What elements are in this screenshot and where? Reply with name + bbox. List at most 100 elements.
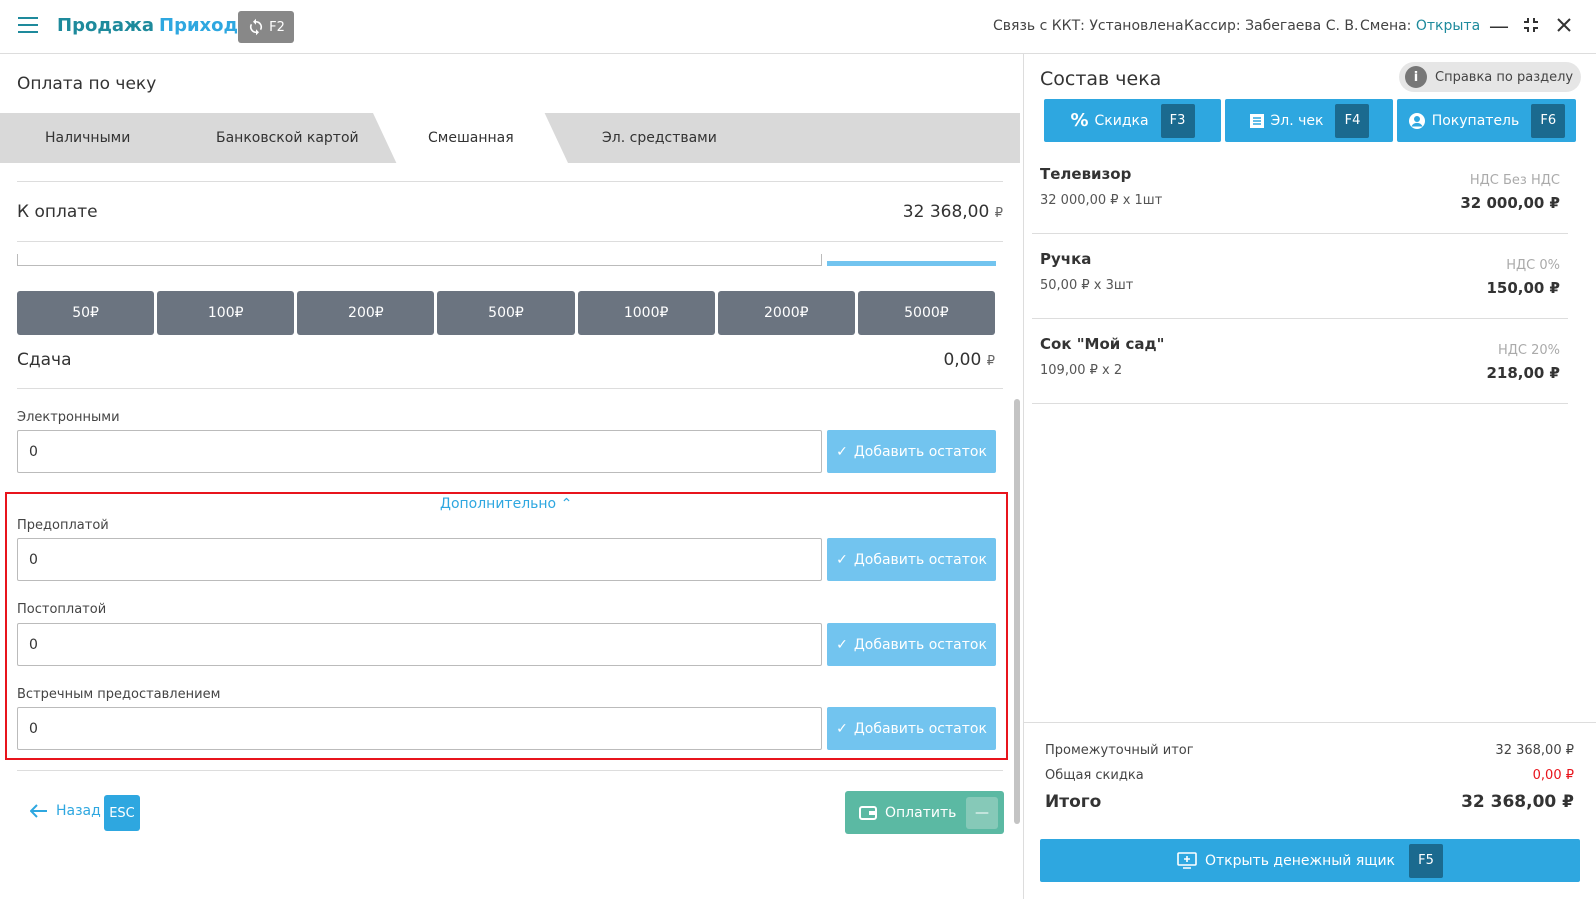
scrollbar[interactable] [1014, 399, 1020, 824]
divider [17, 181, 1003, 182]
add-rest-label: Добавить остаток [853, 443, 987, 460]
discount-total-value: 0,00 ₽ [1532, 768, 1574, 783]
denom-200-button[interactable]: 200₽ [297, 291, 435, 335]
receipt-icon [1249, 113, 1264, 128]
prepay-input[interactable]: 0 [17, 538, 822, 581]
page-title: Оплата по чеку [17, 74, 157, 94]
item-vat: НДС 0% [1506, 258, 1560, 273]
cash-input-partial[interactable] [17, 254, 822, 266]
item-vat: НДС Без НДС [1469, 173, 1560, 188]
minimize-icon[interactable]: — [1489, 14, 1509, 38]
buyer-button[interactable]: Покупатель F6 [1397, 99, 1576, 142]
sync-button[interactable]: F2 [238, 11, 294, 43]
item-name: Телевизор [1040, 165, 1132, 183]
shift-status: Смена: Открыта [1360, 18, 1480, 34]
back-button[interactable]: Назад [30, 803, 101, 819]
kkt-status-value: Установлена [1089, 18, 1184, 34]
add-rest-label: Добавить остаток [853, 636, 987, 653]
subtotal-value: 32 368,00 ₽ [1495, 743, 1574, 758]
check-icon: ✓ [836, 551, 848, 568]
change-value: 0,00 ₽ [943, 350, 995, 370]
pay-key-badge: — [966, 797, 998, 829]
denom-5000-button[interactable]: 5000₽ [857, 291, 995, 335]
cash-add-rest-partial[interactable] [827, 261, 996, 266]
shift-value: Открыта [1415, 18, 1481, 34]
item-qty: 50,00 ₽ x 3шт [1040, 278, 1134, 293]
add-rest-label: Добавить остаток [853, 720, 987, 737]
denom-50-button[interactable]: 50₽ [17, 291, 155, 335]
sync-icon [250, 18, 263, 36]
item-sum: 32 000,00 ₽ [1460, 194, 1560, 212]
item-qty: 32 000,00 ₽ x 1шт [1040, 193, 1163, 208]
kkt-status: Связь с ККТ: Установлена [993, 18, 1184, 34]
wallet-icon [859, 805, 877, 820]
hamburger-menu-icon[interactable] [18, 17, 38, 33]
prepay-label: Предоплатой [17, 518, 109, 533]
add-rest-label: Добавить остаток [853, 551, 987, 568]
postpay-add-rest-button[interactable]: ✓ Добавить остаток [827, 623, 996, 666]
to-pay-label: К оплате [17, 202, 98, 222]
electronic-input[interactable]: 0 [17, 430, 822, 473]
divider [17, 388, 1003, 389]
counter-label: Встречным предоставлением [17, 687, 221, 702]
cashier-name: Кассир: Забегаева С. В. [1184, 18, 1359, 34]
collapse-fullscreen-icon[interactable] [1523, 14, 1539, 38]
echeck-key: F4 [1335, 103, 1370, 138]
echeck-button[interactable]: Эл. чек F4 [1225, 99, 1393, 142]
total-value: 32 368,00 ₽ [1461, 792, 1574, 812]
top-bar: Продажа Приход F2 Связь с ККТ: Установле… [0, 0, 1596, 54]
prepay-add-rest-button[interactable]: ✓ Добавить остаток [827, 538, 996, 581]
check-icon: ✓ [836, 720, 848, 737]
help-label: Справка по разделу [1435, 69, 1574, 85]
discount-total-label: Общая скидка [1045, 768, 1144, 783]
denom-1000-button[interactable]: 1000₽ [577, 291, 715, 335]
postpay-input[interactable]: 0 [17, 623, 822, 666]
postpay-label: Постоплатой [17, 602, 107, 617]
tab-sale[interactable]: Продажа [57, 15, 154, 36]
item-vat: НДС 20% [1497, 343, 1560, 358]
check-icon: ✓ [836, 443, 848, 460]
receipt-title: Состав чека [1040, 68, 1162, 90]
check-icon: ✓ [836, 636, 848, 653]
denom-500-button[interactable]: 500₽ [437, 291, 575, 335]
tab-cash[interactable]: Наличными [45, 130, 130, 146]
currency-sign: ₽ [986, 354, 995, 369]
item-sum: 150,00 ₽ [1486, 279, 1560, 297]
tab-mixed[interactable]: Смешанная [428, 130, 514, 146]
total-label: Итого [1045, 792, 1102, 812]
open-drawer-button[interactable]: Открыть денежный ящик F5 [1040, 839, 1580, 882]
more-toggle[interactable]: Дополнительно ⌃ [440, 496, 572, 512]
item-qty: 109,00 ₽ x 2 [1040, 363, 1123, 378]
electronic-label: Электронными [17, 410, 120, 425]
pay-button[interactable]: Оплатить — [845, 791, 1004, 834]
receipt-item[interactable]: Сок "Мой сад" 109,00 ₽ x 2 НДС 20% 218,0… [1032, 319, 1568, 404]
counter-add-rest-button[interactable]: ✓ Добавить остаток [827, 707, 996, 750]
sync-key: F2 [269, 19, 285, 35]
denom-2000-button[interactable]: 2000₽ [717, 291, 855, 335]
discount-button[interactable]: % Скидка F3 [1044, 99, 1221, 142]
divider [17, 241, 1003, 242]
denom-100-button[interactable]: 100₽ [157, 291, 295, 335]
info-icon: i [1405, 66, 1427, 88]
echeck-label: Эл. чек [1270, 112, 1324, 129]
receipt-item[interactable]: Телевизор 32 000,00 ₽ x 1шт НДС Без НДС … [1032, 149, 1568, 234]
user-icon [1408, 112, 1425, 129]
receipt-item[interactable]: Ручка 50,00 ₽ x 3шт НДС 0% 150,00 ₽ [1032, 234, 1568, 319]
item-name: Сок "Мой сад" [1040, 335, 1165, 353]
help-button[interactable]: i Справка по разделу [1399, 62, 1581, 92]
tab-electronic[interactable]: Эл. средствами [602, 130, 717, 146]
back-label: Назад [56, 803, 101, 819]
arrow-left-icon [30, 804, 47, 818]
close-icon[interactable] [1556, 14, 1572, 38]
esc-key-badge: ESC [104, 795, 140, 831]
totals-divider [1024, 722, 1596, 723]
to-pay-value: 32 368,00 ₽ [903, 202, 1003, 222]
percent-icon: % [1070, 110, 1089, 131]
counter-input[interactable]: 0 [17, 707, 822, 750]
item-name: Ручка [1040, 250, 1092, 268]
electronic-add-rest-button[interactable]: ✓ Добавить остаток [827, 430, 996, 473]
buyer-label: Покупатель [1431, 112, 1520, 129]
tab-income[interactable]: Приход [159, 15, 238, 36]
to-pay-amount: 32 368,00 [902, 202, 990, 222]
tab-card[interactable]: Банковской картой [216, 130, 359, 146]
